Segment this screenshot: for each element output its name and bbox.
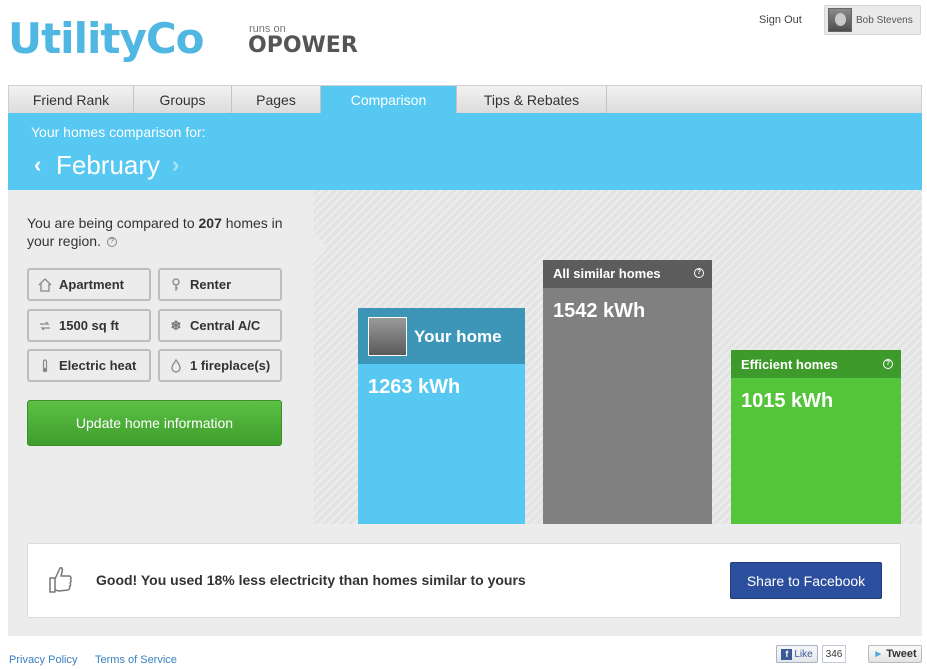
bar-your-home: Your home 1263 kWh — [358, 308, 525, 524]
attribute-square-feet[interactable]: 1500 sq ft — [27, 309, 151, 342]
flame-icon — [168, 358, 184, 374]
panel-pointer — [313, 232, 327, 264]
tab-friend-rank[interactable]: Friend Rank — [9, 86, 134, 114]
snowflake-icon: ❄ — [170, 317, 182, 333]
previous-month-chevron-icon[interactable]: ‹ — [34, 152, 41, 178]
attribute-electric-heat[interactable]: Electric heat — [27, 349, 151, 382]
comparison-description: You are being compared to 207 homes in y… — [27, 215, 283, 249]
tab-pages[interactable]: Pages — [232, 86, 321, 114]
attribute-apartment[interactable]: Apartment — [27, 268, 151, 301]
twitter-bird-icon: ► — [873, 648, 884, 660]
update-home-info-button[interactable]: Update home information — [27, 400, 282, 446]
month-title: February — [56, 150, 161, 180]
like-count: 346 — [822, 645, 846, 663]
sign-out-link[interactable]: Sign Out — [759, 14, 802, 26]
bar-similar-homes-header: All similar homes ? — [543, 260, 712, 288]
bar-efficient-homes: Efficient homes ? 1015 kWh — [731, 350, 901, 524]
bar-efficient-homes-label: Efficient homes — [741, 357, 838, 372]
bar-similar-homes-value: 1542 kWh — [553, 300, 646, 322]
user-profile-button[interactable]: Bob Stevens — [824, 5, 921, 35]
bar-similar-homes: All similar homes ? 1542 kWh — [543, 260, 712, 524]
result-message: Good! You used 18% less electricity than… — [96, 572, 526, 588]
efficient-homes-help-icon[interactable]: ? — [883, 359, 893, 369]
tab-tips-rebates[interactable]: Tips & Rebates — [457, 86, 607, 114]
opower-logo: OPOWER — [248, 33, 358, 58]
resize-icon — [37, 318, 53, 334]
tab-groups[interactable]: Groups — [134, 86, 232, 114]
attribute-central-ac[interactable]: ❄ Central A/C — [158, 309, 282, 342]
bar-your-home-value: 1263 kWh — [368, 376, 461, 398]
bar-efficient-homes-value: 1015 kWh — [741, 390, 834, 412]
home-count: 207 — [198, 215, 222, 231]
avatar — [828, 8, 852, 32]
facebook-icon: f — [781, 648, 793, 660]
bar-your-home-header: Your home — [358, 308, 525, 364]
bar-similar-homes-label: All similar homes — [553, 266, 661, 281]
user-name: Bob Stevens — [856, 15, 913, 26]
tab-comparison[interactable]: Comparison — [321, 86, 457, 114]
bar-efficient-homes-header: Efficient homes ? — [731, 350, 901, 378]
privacy-policy-link[interactable]: Privacy Policy — [9, 654, 77, 666]
terms-of-service-link[interactable]: Terms of Service — [95, 654, 177, 666]
attribute-fireplace[interactable]: 1 fireplace(s) — [158, 349, 282, 382]
user-thumbnail — [368, 317, 407, 356]
house-icon — [37, 277, 53, 293]
key-icon — [168, 277, 184, 293]
tweet-button[interactable]: ► Tweet — [868, 645, 922, 663]
share-to-facebook-button[interactable]: Share to Facebook — [730, 562, 882, 599]
thermometer-icon — [37, 358, 53, 374]
bar-your-home-label: Your home — [414, 327, 502, 346]
similar-homes-help-icon[interactable]: ? — [694, 268, 704, 278]
attribute-renter[interactable]: Renter — [158, 268, 282, 301]
utilityco-logo: UtilityCo — [8, 14, 205, 63]
next-month-chevron-icon[interactable]: › — [172, 152, 179, 178]
comparison-subtitle: Your homes comparison for: — [31, 124, 206, 140]
facebook-like-button[interactable]: f Like — [776, 645, 818, 663]
thumbs-up-icon — [47, 564, 73, 594]
help-icon[interactable]: ? — [106, 237, 117, 248]
tab-bar: Friend Rank Groups Pages Comparison Tips… — [8, 85, 922, 114]
